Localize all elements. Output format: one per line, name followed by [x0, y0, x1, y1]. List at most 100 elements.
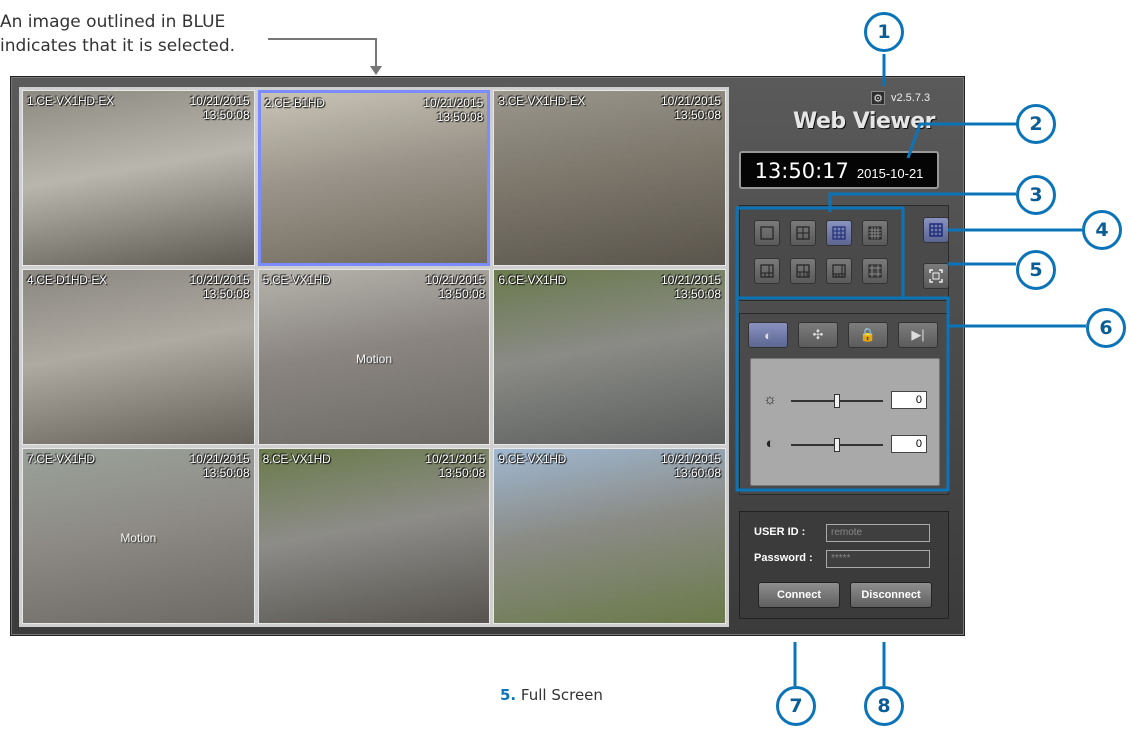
version-label: v2.5.7.3 — [891, 92, 931, 104]
figure-caption: 5. Full Screen — [500, 686, 603, 704]
camera-tile[interactable]: 3.CE-VX1HD-EX 10/21/2015 13:50:08 — [493, 90, 726, 266]
clock-date: 2015-10-21 — [856, 166, 924, 181]
contrast-value[interactable]: 0 — [891, 435, 927, 453]
layout-1p7-icon[interactable] — [790, 258, 816, 284]
camera-timestamp: 10/21/2015 13:50:08 — [661, 273, 721, 301]
password-label: Password : — [754, 552, 813, 564]
camera-time: 13:50:08 — [436, 110, 484, 124]
caption-number: 5. — [500, 686, 517, 704]
camera-date: 10/21/2015 — [189, 452, 250, 466]
callout-4: 4 — [1082, 210, 1122, 250]
clock-time: 13:50:17 — [754, 159, 849, 183]
contrast-slider[interactable] — [791, 438, 883, 452]
selection-note-line2: indicates that it is selected. — [0, 36, 236, 56]
brightness-icon: ☼ — [763, 391, 777, 408]
camera-time: 13:60:08 — [674, 466, 721, 480]
layout-2x2-icon[interactable] — [790, 220, 816, 246]
contrast-row: ◐ 0 — [761, 435, 933, 455]
camera-name: 9.CE-VX1HD — [498, 452, 567, 466]
brightness-row: ☼ 0 — [761, 391, 933, 411]
caption-text: Full Screen — [520, 686, 603, 704]
callout-2: 2 — [1016, 104, 1056, 144]
camera-date: 10/21/2015 — [425, 273, 486, 287]
web-viewer-window: 1.CE-VX1HD-EX 10/21/2015 13:50:08 2.CE-B1HD… — [10, 76, 965, 636]
camera-tile[interactable]: 1.CE-VX1HD-EX 10/21/2015 13:50:08 — [22, 90, 255, 266]
layout-1x1-icon[interactable] — [754, 220, 780, 246]
camera-date: 10/21/2015 — [189, 273, 250, 287]
camera-timestamp: 10/21/2015 13:60:08 — [661, 452, 721, 480]
brightness-slider[interactable] — [791, 394, 883, 408]
camera-name: 5.CE-VX1HD — [262, 273, 331, 287]
camera-date: 10/21/2015 — [425, 452, 486, 466]
camera-time: 13:50:08 — [202, 287, 250, 301]
camera-tile[interactable]: 8.CE-VX1HD 10/21/2015 13:50:08 — [257, 448, 491, 624]
camera-timestamp: 10/21/2015 13:50:08 — [190, 94, 250, 122]
layout-4x4-icon[interactable] — [862, 220, 888, 246]
callout-8: 8 — [864, 686, 904, 726]
contrast-knob[interactable] — [834, 438, 840, 452]
camera-timestamp: 10/21/2015 13:50:08 — [425, 452, 485, 480]
image-sliders: ☼ 0 ◐ 0 — [750, 358, 940, 486]
callout-7: 7 — [776, 686, 816, 726]
camera-date: 10/21/2015 — [660, 273, 721, 287]
camera-time: 13:50:08 — [202, 466, 250, 480]
selection-note-arrow — [268, 38, 382, 75]
motion-indicator: Motion — [355, 352, 392, 366]
camera-tile[interactable]: 9.CE-VX1HD 10/21/2015 13:60:08 — [493, 448, 726, 624]
camera-time: 13:50:08 — [674, 287, 721, 301]
password-field[interactable]: ***** — [826, 550, 930, 568]
image-adjust-icon[interactable]: ◐ — [748, 322, 788, 348]
camera-timestamp: 10/21/2015 13:50:08 — [190, 273, 250, 301]
camera-name: 7.CE-VX1HD — [27, 452, 95, 466]
disconnect-button[interactable]: Disconnect — [850, 582, 932, 608]
control-panel: ⚙ v2.5.7.3 Web Viewer 13:50:17 2015-10-2… — [737, 87, 959, 627]
layout-1p5-icon[interactable] — [754, 258, 780, 284]
connect-button[interactable]: Connect — [758, 582, 840, 608]
user-id-label: USER ID : — [754, 526, 806, 538]
selection-note-line1: An image outlined in BLUE — [0, 12, 226, 32]
camera-time: 13:50:08 — [438, 466, 486, 480]
camera-tile[interactable]: 2.CE-B1HD 10/21/2015 13:50:08 — [257, 90, 491, 266]
layout-1p12-icon[interactable] — [826, 258, 852, 284]
callout-6: 6 — [1086, 308, 1126, 348]
callout-3: 3 — [1016, 175, 1056, 215]
camera-date: 10/21/2015 — [660, 452, 721, 466]
callout-1: 1 — [864, 12, 904, 52]
camera-timestamp: 10/21/2015 13:50:08 — [661, 94, 721, 122]
brightness-value[interactable]: 0 — [891, 391, 927, 409]
fullscreen-icon[interactable] — [923, 263, 949, 289]
camera-date: 10/21/2015 — [189, 94, 250, 108]
selection-note: An image outlined in BLUE indicates that… — [0, 10, 270, 58]
app-title: Web Viewer — [792, 109, 936, 134]
camera-timestamp: 10/21/2015 13:50:08 — [423, 96, 483, 124]
camera-time: 13:50:08 — [674, 108, 721, 122]
camera-tile[interactable]: 7.CE-VX1HD 10/21/2015 13:50:08 Motion — [22, 448, 255, 624]
camera-tile[interactable]: 4.CE-D1HD-EX 10/21/2015 13:50:08 — [22, 269, 255, 445]
motion-indicator: Motion — [120, 531, 157, 545]
layout-selector — [739, 205, 949, 301]
camera-date: 10/21/2015 — [660, 94, 721, 108]
image-control-box: ◐ ✣ 🔒 ▶| ☼ 0 ◐ 0 — [739, 313, 949, 495]
camera-name: 8.CE-VX1HD — [262, 452, 331, 466]
login-box: USER ID : remote Password : ***** Connec… — [739, 511, 949, 619]
camera-name: 2.CE-B1HD — [264, 96, 325, 110]
layout-3x3-icon[interactable] — [826, 220, 852, 246]
version-row: ⚙ v2.5.7.3 — [871, 91, 930, 105]
user-id-field[interactable]: remote — [826, 524, 930, 542]
play-next-icon[interactable]: ▶| — [898, 322, 938, 348]
camera-name: 6.CE-VX1HD — [498, 273, 567, 287]
layout-2p8-icon[interactable] — [862, 258, 888, 284]
camera-name: 1.CE-VX1HD-EX — [27, 94, 114, 108]
callout-5: 5 — [1016, 250, 1056, 290]
lock-icon[interactable]: 🔒 — [848, 322, 888, 348]
brightness-knob[interactable] — [834, 394, 840, 408]
camera-grid: 1.CE-VX1HD-EX 10/21/2015 13:50:08 2.CE-B1HD… — [19, 87, 729, 627]
camera-tile[interactable]: 6.CE-VX1HD 10/21/2015 13:50:08 — [493, 269, 726, 445]
camera-name: 4.CE-D1HD-EX — [27, 273, 107, 287]
gear-icon[interactable]: ⚙ — [871, 91, 885, 105]
sequence-icon[interactable] — [923, 217, 949, 243]
contrast-icon: ◐ — [765, 435, 775, 452]
camera-tile[interactable]: 5.CE-VX1HD 10/21/2015 13:50:08 Motion — [257, 269, 491, 445]
camera-timestamp: 10/21/2015 13:50:08 — [190, 452, 250, 480]
ptz-move-icon[interactable]: ✣ — [798, 322, 838, 348]
